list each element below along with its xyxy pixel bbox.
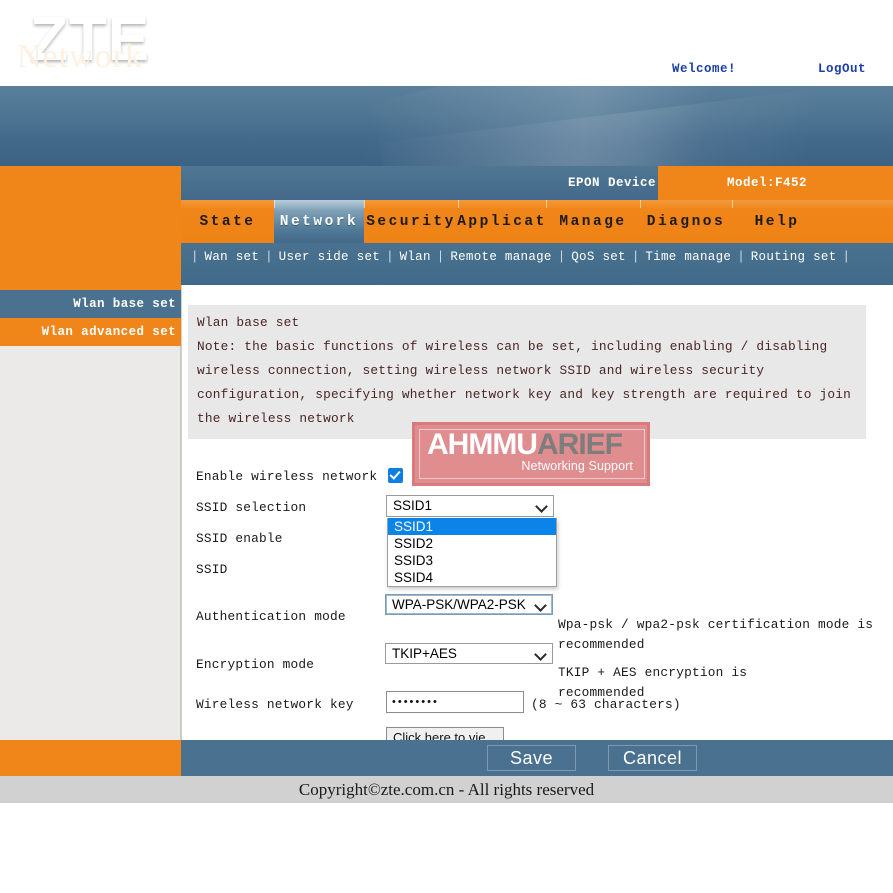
welcome-label: Welcome!: [672, 62, 737, 76]
tab-security[interactable]: Security: [364, 200, 458, 243]
logout-link[interactable]: LogOut: [818, 62, 866, 76]
page-title: Network: [17, 38, 143, 75]
dropdown-option-ssid4[interactable]: SSID4: [388, 569, 556, 586]
wireless-key-hint: (8 ~ 63 characters): [531, 697, 681, 712]
note-line: configuration, specifying whether networ…: [197, 387, 851, 402]
watermark-title: AHMMUARIEF: [427, 428, 623, 461]
wlan-form: Enable wireless network SSID selection S…: [196, 466, 886, 755]
subnav-separator: |: [737, 250, 745, 264]
subnav-separator: |: [557, 250, 566, 264]
wireless-key-input[interactable]: ••••••••: [386, 691, 524, 713]
main-tab-bar: State Network Security Applicat Manage Diagno…: [181, 200, 893, 243]
chevron-down-icon: [537, 502, 546, 511]
note-box: Wlan base set Note: the basic functions …: [188, 305, 866, 439]
subnav-separator: |: [265, 250, 273, 264]
chevron-down-icon: [536, 650, 545, 659]
model-label: Model:F452: [727, 176, 808, 190]
authentication-mode-label: Authentication mode: [196, 609, 346, 624]
ssid-selection-select[interactable]: SSID1 SSID1 SSID2 SSID3 SSID4: [386, 495, 557, 587]
note-line: wireless connection, setting wireless ne…: [197, 363, 765, 378]
encryption-mode-select[interactable]: TKIP+AES: [385, 643, 553, 664]
authentication-mode-value: WPA-PSK/WPA2-PSK: [392, 597, 526, 612]
note-heading: Wlan base set: [197, 315, 300, 330]
ssid-selection-label: SSID selection: [196, 500, 307, 515]
ssid-selection-value: SSID1: [393, 498, 433, 513]
subnav-separator: |: [386, 250, 394, 264]
form-row-encryption-mode: Encryption mode TKIP+AES TKIP + AES encr…: [196, 641, 886, 700]
router-admin-page: ZTE Welcome! LogOut EPON Device Model:F4…: [0, 0, 893, 893]
form-row-authentication-mode: Authentication mode WPA-PSK/WPA2-PSK Wpa…: [196, 592, 886, 652]
dropdown-option-ssid3[interactable]: SSID3: [388, 552, 556, 569]
subnav-separator: |: [436, 250, 445, 264]
subnav-separator: |: [191, 250, 199, 264]
dropdown-option-ssid2[interactable]: SSID2: [388, 535, 556, 552]
enable-wireless-checkbox[interactable]: [388, 468, 403, 483]
footer: Copyright©zte.com.cn - All rights reserv…: [0, 776, 893, 803]
sidebar-item-wlan-base-set[interactable]: Wlan base set: [0, 290, 181, 318]
ssid-enable-label: SSID enable: [196, 531, 283, 546]
left-sidebar: Wlan base set Wlan advanced set: [0, 290, 181, 740]
ssid-label: SSID: [196, 562, 228, 577]
top-banner: [0, 86, 893, 166]
wireless-key-label: Wireless network key: [196, 697, 354, 712]
enable-wireless-label: Enable wireless network: [196, 469, 378, 484]
subnav-separator: |: [842, 250, 851, 264]
tab-manage[interactable]: Manage: [546, 200, 640, 243]
authentication-mode-select[interactable]: WPA-PSK/WPA2-PSK: [385, 594, 553, 615]
subnav-item-remote-manage[interactable]: Remote manage: [450, 250, 551, 264]
encryption-mode-value: TKIP+AES: [392, 646, 457, 661]
watermark-title-part2: ARIEF: [536, 428, 623, 461]
note-line: Note: the basic functions of wireless ca…: [197, 339, 828, 354]
subnav-item-wlan[interactable]: Wlan: [400, 250, 431, 264]
sidebar-item-wlan-advanced-set[interactable]: Wlan advanced set: [0, 318, 181, 346]
device-name-label: EPON Device: [568, 176, 657, 190]
chevron-down-icon: [536, 601, 545, 610]
subnav-separator: |: [631, 250, 640, 264]
tab-applicat[interactable]: Applicat: [457, 200, 546, 243]
tab-network[interactable]: Network: [274, 200, 364, 243]
form-row-enable-wireless: Enable wireless network: [196, 466, 886, 497]
subnav-item-user-side-set[interactable]: User side set: [279, 250, 380, 264]
dropdown-option-ssid1[interactable]: SSID1: [388, 518, 556, 535]
subnav-item-qos-set[interactable]: QoS set: [571, 250, 626, 264]
sidebar-bottom-bar: [0, 740, 181, 776]
form-row-wireless-key: Wireless network key •••••••• (8 ~ 63 ch…: [196, 689, 886, 725]
subnav-item-routing-set[interactable]: Routing set: [751, 250, 837, 264]
save-button[interactable]: Save: [487, 745, 576, 771]
tab-help[interactable]: Help: [732, 200, 822, 243]
subnav-item-time-manage[interactable]: Time manage: [645, 250, 731, 264]
tab-diagnos[interactable]: Diagnos: [640, 200, 732, 243]
form-row-ssid-selection: SSID selection SSID1 SSID1 SSID2 SSID3 SSID…: [196, 495, 886, 587]
subnav-item-wan-set[interactable]: Wan set: [205, 250, 260, 264]
section-title-panel: [0, 166, 181, 290]
encryption-mode-label: Encryption mode: [196, 657, 315, 672]
watermark-title-part1: AHMMU: [427, 428, 538, 461]
tab-state[interactable]: State: [181, 200, 274, 243]
ssid-selection-dropdown: SSID1 SSID2 SSID3 SSID4: [387, 518, 557, 587]
cancel-button[interactable]: Cancel: [608, 745, 697, 771]
action-bar: Save Cancel: [181, 740, 893, 776]
sub-navigation: | Wan set | User side set | Wlan | Remote manag…: [181, 243, 893, 285]
